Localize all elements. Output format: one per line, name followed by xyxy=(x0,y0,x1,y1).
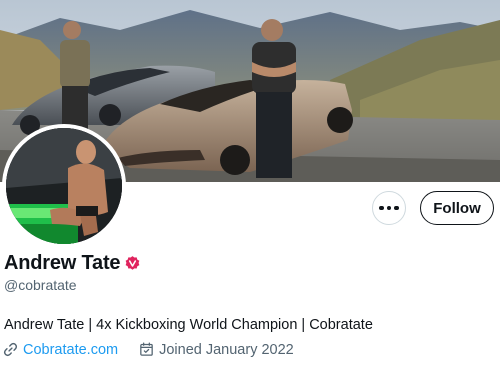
link-icon xyxy=(3,342,18,357)
avatar-image xyxy=(6,128,122,244)
avatar[interactable] xyxy=(2,124,126,248)
profile-header: Follow Andrew Tate @cobratate Andrew Tat… xyxy=(0,0,500,368)
bio: Andrew Tate | 4x Kickboxing World Champi… xyxy=(4,317,373,333)
verified-badge-icon[interactable] xyxy=(124,255,141,272)
profile-meta: Cobratate.com Joined January 2022 xyxy=(2,341,294,358)
website-item: Cobratate.com xyxy=(2,341,118,358)
website-link[interactable]: Cobratate.com xyxy=(23,342,118,358)
more-options-button[interactable] xyxy=(372,191,406,225)
more-horizontal-icon-dot xyxy=(394,205,399,211)
handle: @cobratate xyxy=(4,277,77,293)
joined-date: Joined January 2022 xyxy=(159,341,294,358)
display-name: Andrew Tate xyxy=(4,252,121,274)
more-horizontal-icon xyxy=(379,205,384,211)
joined-item: Joined January 2022 xyxy=(138,341,294,358)
follow-button[interactable]: Follow xyxy=(420,191,494,225)
more-horizontal-icon-dot xyxy=(386,205,392,211)
calendar-icon xyxy=(140,342,153,356)
display-name-row: Andrew Tate xyxy=(4,252,141,275)
